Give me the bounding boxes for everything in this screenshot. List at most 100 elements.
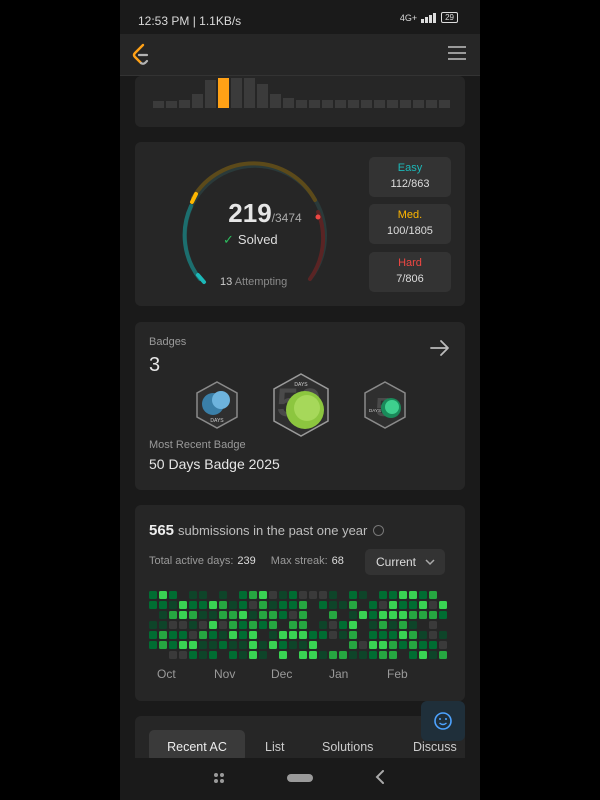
- heatmap-cell: [389, 591, 397, 599]
- heatmap-cell: [189, 601, 197, 609]
- heatmap-cell: [289, 641, 297, 649]
- month-label: Dec: [271, 667, 293, 681]
- heatmap-cell: [279, 611, 287, 619]
- heatmap-cell: [369, 651, 377, 659]
- easy-value: 112/863: [390, 178, 430, 190]
- activity-stats: Total active days: 239 Max streak: 68: [149, 555, 344, 567]
- heatmap-cell: [259, 601, 267, 609]
- heatmap-cell: [159, 611, 167, 619]
- heatmap-cell: [369, 611, 377, 619]
- signal-icon: [421, 12, 437, 23]
- heatmap-cell: [399, 641, 407, 649]
- heatmap-cell: [259, 611, 267, 619]
- heatmap-cell: [149, 621, 157, 629]
- heatmap-cell: [279, 601, 287, 609]
- heatmap-cell: [259, 621, 267, 629]
- heatmap-cell: [169, 631, 177, 639]
- heatmap-cell: [159, 631, 167, 639]
- month-labels: Oct Nov Dec Jan Feb: [149, 667, 459, 683]
- badges-count: 3: [149, 354, 161, 376]
- attempting-count: 13: [220, 276, 233, 288]
- heatmap-cell: [169, 601, 177, 609]
- medium-label: Med.: [397, 209, 423, 221]
- heatmap-cell: [199, 621, 207, 629]
- recent-apps-icon[interactable]: [213, 772, 225, 784]
- heatmap-cell: [339, 631, 347, 639]
- recent-badge-label: Most Recent Badge: [149, 439, 246, 451]
- heatmap-cell: [259, 641, 267, 649]
- solved-problems-card: 219/3474 ✓ Solved 13 Attempting Easy 112/…: [135, 142, 465, 306]
- heatmap-cell: [239, 651, 247, 659]
- heatmap-cell: [399, 631, 407, 639]
- heatmap-cell: [249, 631, 257, 639]
- heatmap-cell: [269, 641, 277, 649]
- heatmap-cell: [319, 631, 327, 639]
- heatmap-cell: [269, 601, 277, 609]
- heatmap-cell: [229, 601, 237, 609]
- heatmap-cell: [159, 591, 167, 599]
- heatmap-cell: [189, 591, 197, 599]
- status-bar: 12:53 PM | 1.1KB/s 4G+ 29: [120, 0, 480, 34]
- feedback-chat-button[interactable]: [421, 701, 465, 741]
- heatmap-cell: [229, 611, 237, 619]
- badges-card: Badges 3 DAYS 50 DAYS 5 DAYS Most Recent…: [135, 322, 465, 490]
- heatmap-cell: [289, 591, 297, 599]
- heatmap-cell: [239, 631, 247, 639]
- battery-icon: 29: [441, 12, 458, 23]
- fifty-days-badge-icon[interactable]: 50 DAYS: [271, 372, 331, 438]
- histogram-bars: [153, 76, 450, 108]
- heatmap-cell: [189, 651, 197, 659]
- leetcode-logo-icon[interactable]: [130, 42, 152, 66]
- heatmap-cell: [429, 601, 437, 609]
- arrow-right-icon[interactable]: [429, 338, 451, 358]
- heatmap-cell: [309, 631, 317, 639]
- system-nav-bar: [120, 758, 480, 800]
- medium-value: 100/1805: [387, 225, 433, 237]
- days-badge-2-icon[interactable]: 5 DAYS: [361, 380, 409, 430]
- attempting-text: 13 Attempting: [220, 276, 288, 288]
- heatmap-cell: [299, 641, 307, 649]
- heatmap-cell: [249, 601, 257, 609]
- heatmap-cell: [219, 591, 227, 599]
- heatmap-cell: [179, 621, 187, 629]
- hamburger-menu-icon[interactable]: [448, 46, 466, 62]
- heatmap-cell: [229, 651, 237, 659]
- heatmap-cell: [179, 641, 187, 649]
- info-icon[interactable]: [373, 525, 385, 536]
- status-time: 12:53 PM | 1.1KB/s: [138, 14, 242, 28]
- heatmap-cell: [329, 611, 337, 619]
- heatmap-cell: [349, 591, 357, 599]
- heatmap-cell: [429, 651, 437, 659]
- days-badge-icon[interactable]: DAYS: [193, 380, 241, 430]
- heatmap-cell: [409, 611, 417, 619]
- heatmap-cell: [199, 591, 207, 599]
- difficulty-hard[interactable]: Hard 7/806: [369, 252, 451, 292]
- heatmap-cell: [219, 621, 227, 629]
- heatmap-cell: [379, 651, 387, 659]
- home-button[interactable]: [287, 774, 313, 782]
- heatmap-cell: [319, 621, 327, 629]
- difficulty-easy[interactable]: Easy 112/863: [369, 157, 451, 197]
- heatmap-cell: [429, 621, 437, 629]
- heatmap-cell: [389, 641, 397, 649]
- phone-screen: 12:53 PM | 1.1KB/s 4G+ 29 219/3474 ✓ Sol…: [120, 0, 480, 800]
- heatmap-cell: [309, 651, 317, 659]
- heatmap-cell: [399, 591, 407, 599]
- heatmap-cell: [219, 631, 227, 639]
- heatmap-cell: [299, 621, 307, 629]
- heatmap-cell: [389, 611, 397, 619]
- heatmap-cell: [369, 621, 377, 629]
- heatmap-cell: [359, 611, 367, 619]
- heatmap-cell: [399, 611, 407, 619]
- heatmap-cell: [169, 591, 177, 599]
- difficulty-medium[interactable]: Med. 100/1805: [369, 204, 451, 244]
- back-icon[interactable]: [374, 769, 386, 785]
- heatmap-cell: [309, 641, 317, 649]
- heatmap-cell: [229, 631, 237, 639]
- heatmap-cell: [419, 601, 427, 609]
- heatmap-cell: [389, 651, 397, 659]
- heatmap-cell: [319, 601, 327, 609]
- heatmap-cell: [399, 601, 407, 609]
- period-dropdown[interactable]: Current: [365, 549, 445, 575]
- month-label: Oct: [157, 667, 176, 681]
